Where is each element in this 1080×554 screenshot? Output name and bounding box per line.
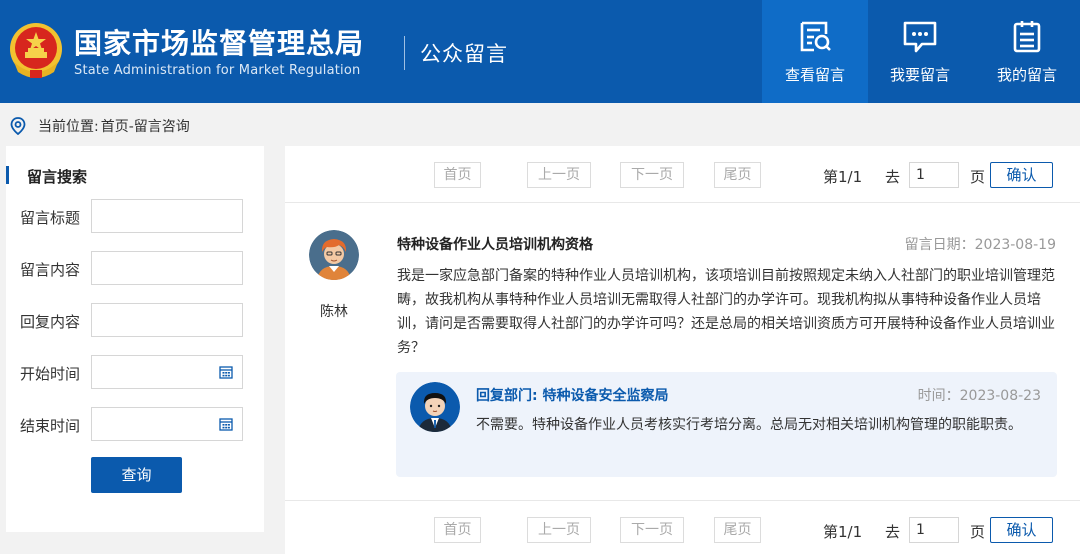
write-message-icon — [903, 21, 937, 53]
reply-body: 不需要。特种设备作业人员考核实行考培分离。总局无对相关培训机构管理的职能职责。 — [476, 417, 1022, 433]
reply-time: 时间：2023-08-23 — [917, 388, 1041, 404]
pager-top: 首页 上一页 下一页 尾页 第1/1 去 1 页 确认 — [285, 146, 1080, 202]
pager-next-button[interactable]: 下一页 — [620, 517, 684, 543]
message-title: 特种设备作业人员培训机构资格 — [397, 237, 593, 253]
pager-goto-label: 去 — [885, 168, 901, 186]
pager-first-button[interactable]: 首页 — [434, 517, 481, 543]
divider — [285, 202, 1080, 203]
start-date-input[interactable] — [91, 355, 243, 389]
search-content-label: 留言内容 — [20, 261, 81, 279]
search-row-reply: 回复内容 — [6, 303, 264, 337]
nav-my-messages[interactable]: 我的留言 — [974, 0, 1080, 103]
org-name-en: State Administration for Market Regulati… — [74, 63, 361, 78]
pager-page-input[interactable]: 1 — [909, 162, 959, 188]
pager-last-button[interactable]: 尾页 — [714, 162, 761, 188]
message-date: 留言日期：2023-08-19 — [904, 237, 1056, 253]
search-title-label: 留言标题 — [20, 209, 81, 227]
search-row-end-date: 结束时间 — [6, 407, 264, 441]
nav-my-messages-label: 我的留言 — [996, 66, 1057, 84]
search-row-start-date: 开始时间 — [6, 355, 264, 389]
search-row-title: 留言标题 — [6, 199, 264, 233]
pager-page-unit: 页 — [970, 523, 986, 541]
message-body: 我是一家应急部门备案的特种作业人员培训机构，该项培训目前按照规定未纳入人社部门的… — [397, 268, 1055, 356]
nav-view-messages-label: 查看留言 — [784, 66, 845, 84]
search-button[interactable]: 查询 — [91, 457, 182, 493]
end-date-input[interactable] — [91, 407, 243, 441]
my-messages-icon — [1013, 21, 1041, 53]
pager-prev-button[interactable]: 上一页 — [527, 517, 591, 543]
pager-page-unit: 页 — [970, 168, 986, 186]
search-panel: 留言搜索 留言标题 留言内容 回复内容 开始时间 结束时间 查询 — [6, 146, 264, 532]
header-bar: 国家市场监督管理总局 State Administration for Mark… — [0, 0, 1080, 103]
header-divider — [404, 36, 405, 70]
nav-view-messages[interactable]: 查看留言 — [762, 0, 868, 103]
pager-bottom: 首页 上一页 下一页 尾页 第1/1 去 1 页 确认 — [285, 501, 1080, 554]
search-content-input[interactable] — [91, 251, 243, 285]
pager-last-button[interactable]: 尾页 — [714, 517, 761, 543]
search-panel-title: 留言搜索 — [6, 166, 87, 186]
start-date-label: 开始时间 — [20, 365, 81, 383]
breadcrumb-label: 当前位置: — [38, 119, 99, 135]
search-title-input[interactable] — [91, 199, 243, 233]
section-title: 公众留言 — [420, 42, 508, 66]
pager-confirm-button[interactable]: 确认 — [990, 162, 1053, 188]
view-messages-icon — [800, 21, 831, 52]
official-avatar-icon — [410, 382, 460, 432]
user-avatar — [309, 230, 359, 280]
end-date-label: 结束时间 — [20, 417, 81, 435]
reply-department: 回复部门: 特种设备安全监察局 — [476, 388, 669, 404]
reply-avatar — [410, 382, 460, 432]
breadcrumb: 当前位置: 首页-留言咨询 — [10, 116, 190, 136]
user-avatar-icon — [309, 230, 359, 280]
org-name-cn: 国家市场监督管理总局 — [74, 27, 365, 60]
pager-first-button[interactable]: 首页 — [434, 162, 481, 188]
pager-page-info: 第1/1 — [823, 523, 863, 541]
pager-confirm-button[interactable]: 确认 — [990, 517, 1053, 543]
pager-page-input[interactable]: 1 — [909, 517, 959, 543]
search-reply-label: 回复内容 — [20, 313, 81, 331]
search-row-content: 留言内容 — [6, 251, 264, 285]
location-pin-icon — [10, 117, 26, 135]
message-list-panel: 首页 上一页 下一页 尾页 第1/1 去 1 页 确认 陈林 特种设备作业人员培… — [285, 146, 1080, 554]
user-name: 陈林 — [320, 304, 348, 320]
nav-write-message[interactable]: 我要留言 — [867, 0, 973, 103]
calendar-icon[interactable] — [219, 417, 233, 431]
pager-next-button[interactable]: 下一页 — [620, 162, 684, 188]
national-emblem-icon — [10, 23, 62, 78]
pager-goto-label: 去 — [885, 523, 901, 541]
pager-page-info: 第1/1 — [823, 168, 863, 186]
search-reply-input[interactable] — [91, 303, 243, 337]
reply-box: 回复部门: 特种设备安全监察局 时间：2023-08-23 不需要。特种设备作业… — [396, 372, 1057, 477]
nav-write-message-label: 我要留言 — [889, 66, 950, 84]
calendar-icon[interactable] — [219, 365, 233, 379]
pager-prev-button[interactable]: 上一页 — [527, 162, 591, 188]
breadcrumb-path[interactable]: 首页-留言咨询 — [101, 116, 190, 136]
